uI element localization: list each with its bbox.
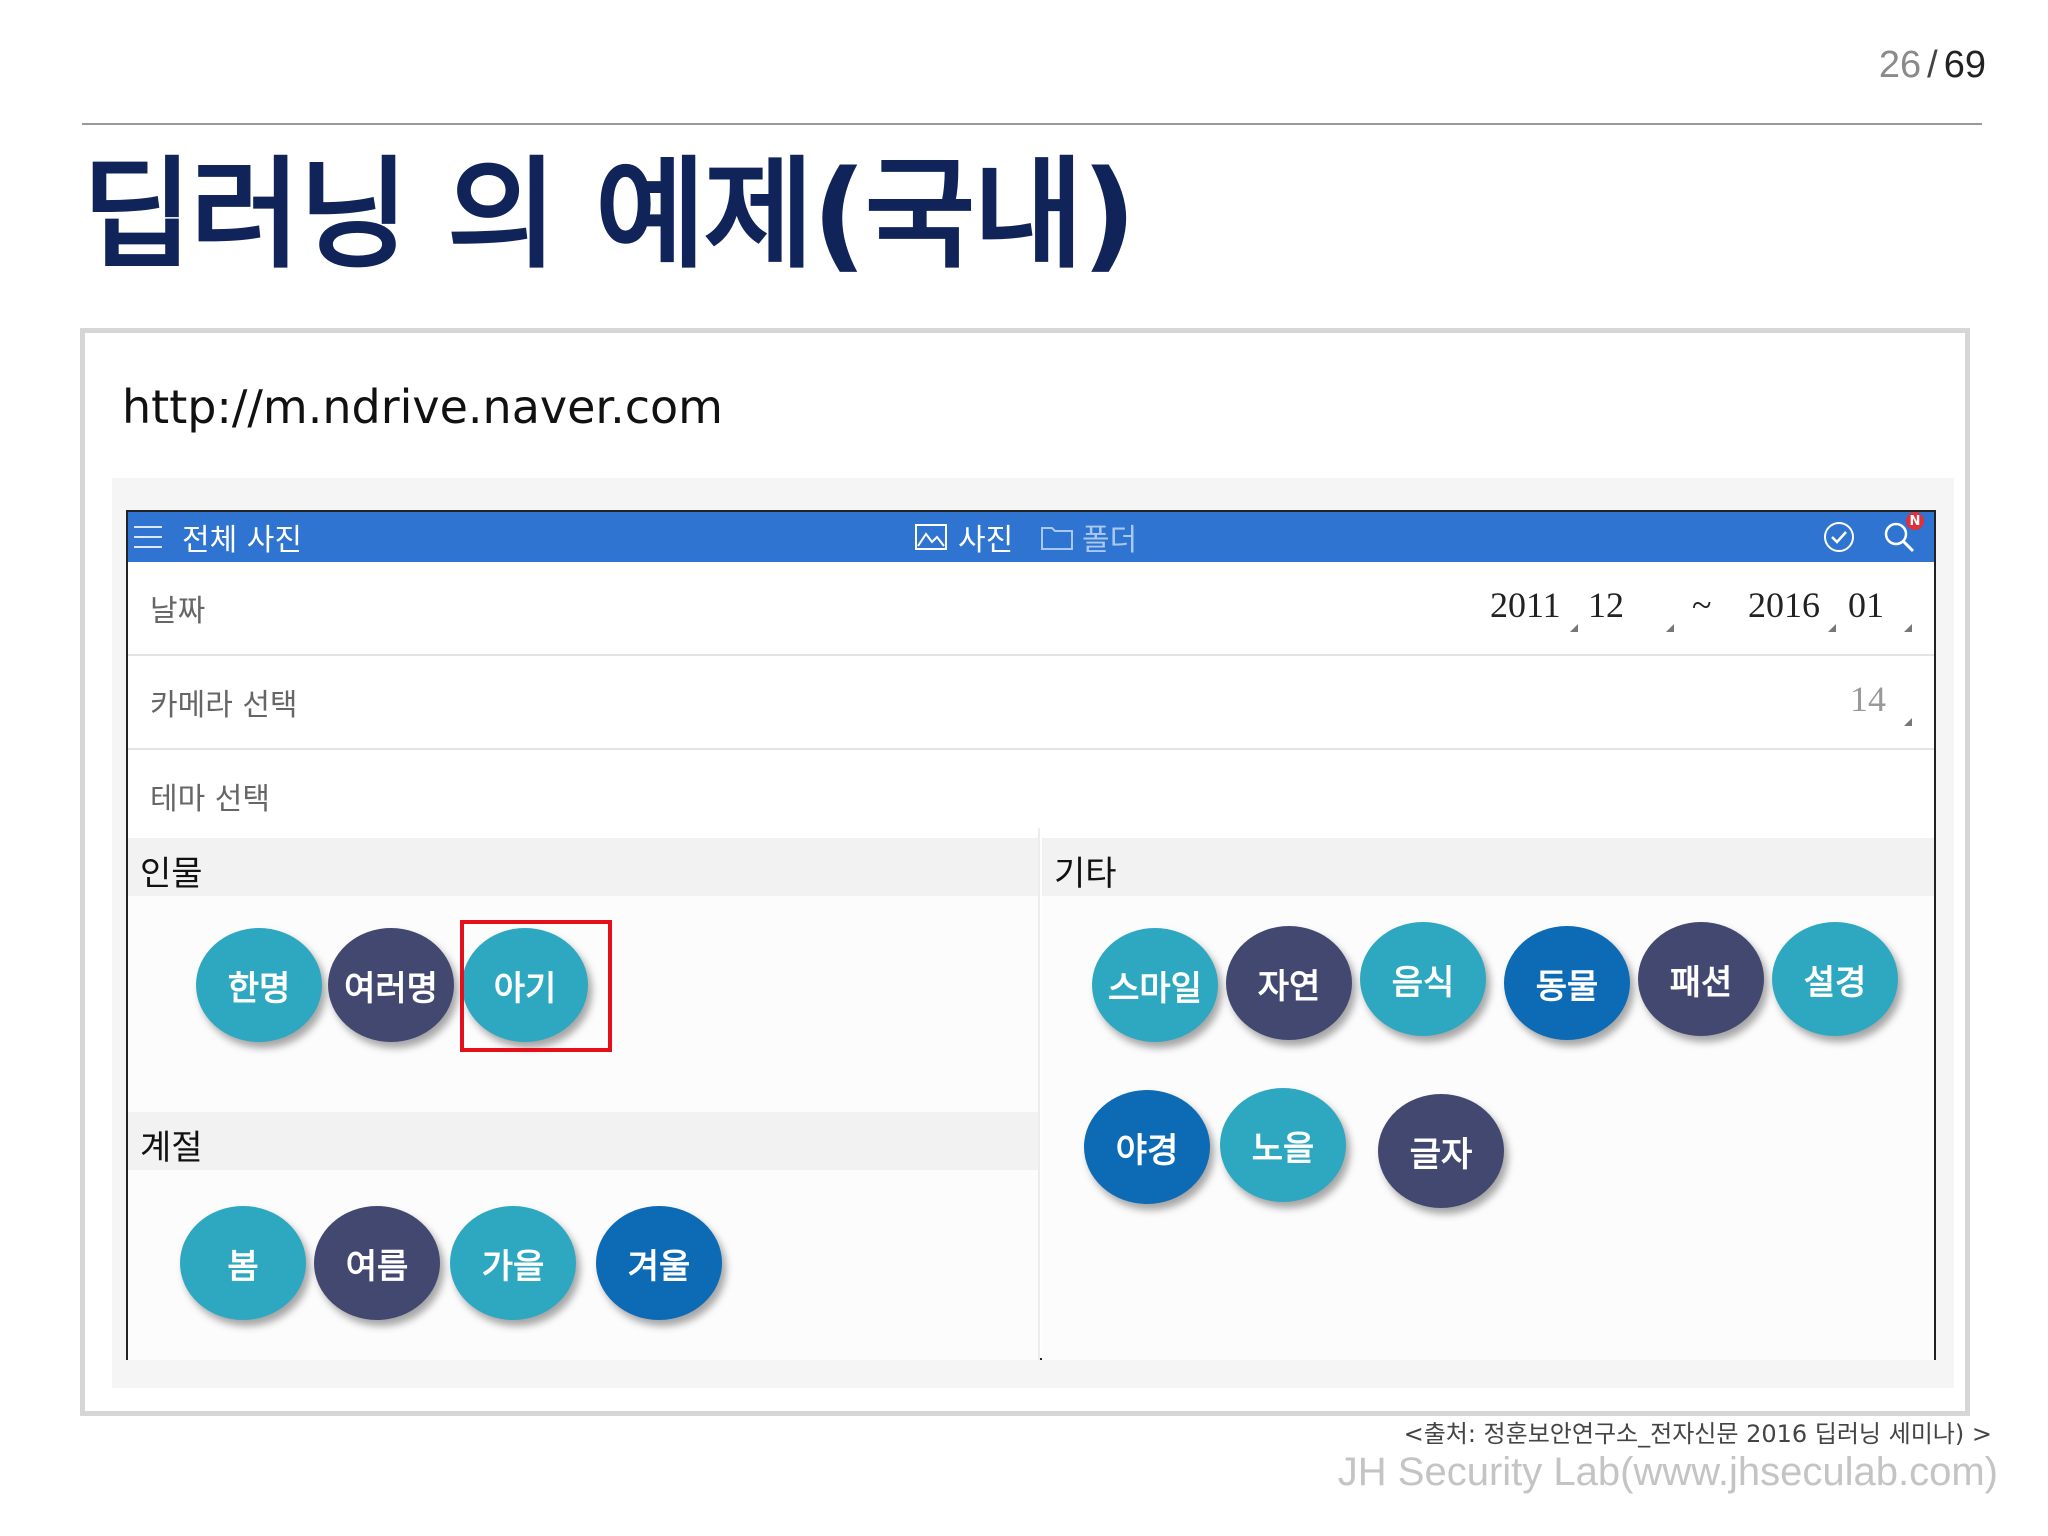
chip-text[interactable]: 글자 (1378, 1094, 1504, 1208)
chip-many-people[interactable]: 여러명 (328, 928, 454, 1042)
folder-icon[interactable] (1040, 512, 1074, 562)
menu-icon[interactable] (132, 512, 164, 562)
ndrive-app: 전체 사진 사진 폴더 N 날짜 2011 12 ~ 2016 01 카메라 선… (126, 510, 1936, 1360)
page-label: 전체 사진 (182, 523, 302, 558)
source-url: http://m.ndrive.naver.com (122, 380, 723, 434)
to-month-select[interactable]: 01 (1848, 584, 1884, 626)
chip-fashion[interactable]: 패션 (1638, 922, 1764, 1036)
selected-chip-highlight (460, 920, 612, 1052)
watermark: JH Security Lab(www.jhseculab.com) (1337, 1450, 1998, 1494)
chip-night-view[interactable]: 야경 (1084, 1090, 1210, 1204)
tab-photo[interactable]: 사진 (958, 512, 1013, 562)
chip-snow[interactable]: 설경 (1772, 922, 1898, 1036)
page-number: 26/69 (1879, 44, 1986, 87)
chip-animal[interactable]: 동물 (1504, 926, 1630, 1040)
range-separator: ~ (1692, 585, 1712, 625)
chip-nature[interactable]: 자연 (1226, 926, 1352, 1040)
panel-divider (1038, 828, 1040, 1360)
chip-autumn[interactable]: 가을 (450, 1206, 576, 1320)
chip-food[interactable]: 음식 (1360, 922, 1486, 1036)
dropdown-corner-icon (1828, 624, 1836, 632)
to-year-select[interactable]: 2016 (1748, 584, 1820, 626)
from-month-select[interactable]: 12 (1588, 584, 1624, 626)
header-divider (82, 123, 1982, 125)
section-people-label: 인물 (140, 854, 203, 894)
from-year-select[interactable]: 2011 (1490, 584, 1561, 626)
dropdown-corner-icon (1904, 624, 1912, 632)
app-topbar: 전체 사진 사진 폴더 N (128, 512, 1934, 562)
section-season: 계절 (128, 1112, 1038, 1170)
new-badge: N (1906, 512, 1924, 530)
check-circle-icon[interactable] (1822, 512, 1856, 562)
tab-folder[interactable]: 폴더 (1082, 512, 1137, 562)
photo-icon[interactable] (914, 512, 948, 562)
total-pages: 69 (1943, 44, 1986, 86)
dropdown-corner-icon (1904, 718, 1912, 726)
theme-label: 테마 선택 (150, 782, 270, 817)
source-citation: <출처: 정훈보안연구소_전자신문 2016 딥러닝 세미나) > (1403, 1420, 1992, 1448)
chip-one-person[interactable]: 한명 (196, 928, 322, 1042)
chip-winter[interactable]: 겨울 (596, 1206, 722, 1320)
page-separator: / (1927, 44, 1938, 86)
slide-title: 딥러닝 의 예제(국내) (82, 146, 1136, 285)
chip-spring[interactable]: 봄 (180, 1206, 306, 1320)
theme-filter-row: 테마 선택 (128, 750, 1934, 828)
current-page: 26 (1878, 44, 1922, 86)
section-other-label: 기타 (1054, 854, 1117, 894)
camera-select[interactable]: 14 (1850, 678, 1886, 720)
camera-label: 카메라 선택 (150, 688, 298, 723)
camera-filter-row[interactable]: 카메라 선택 14 (128, 656, 1934, 750)
date-label: 날짜 (150, 594, 206, 629)
dropdown-corner-icon (1666, 624, 1674, 632)
section-season-label: 계절 (140, 1128, 203, 1168)
chip-summer[interactable]: 여름 (314, 1206, 440, 1320)
section-other: 기타 (1042, 838, 1934, 896)
chip-sunset[interactable]: 노을 (1220, 1088, 1346, 1202)
date-filter-row[interactable]: 날짜 2011 12 ~ 2016 01 (128, 562, 1934, 656)
section-people: 인물 (128, 838, 1038, 896)
dropdown-corner-icon (1570, 624, 1578, 632)
chip-smile[interactable]: 스마일 (1092, 928, 1218, 1042)
